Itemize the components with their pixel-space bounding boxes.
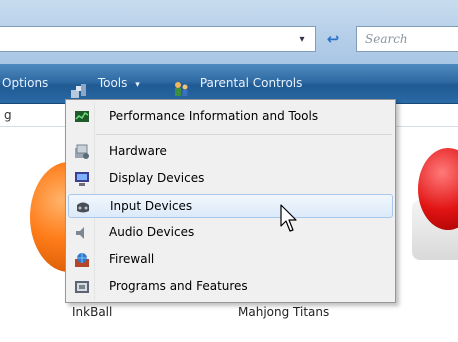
chevron-down-icon: ▾: [135, 80, 140, 90]
performance-icon: [74, 109, 90, 125]
address-bar: ▾ ↩ Search: [0, 0, 458, 64]
menu-item-programs-and-features[interactable]: Programs and Features: [68, 275, 393, 299]
tools-dropdown-menu: Performance Information and Tools Hardwa…: [65, 99, 396, 303]
parental-controls-button[interactable]: Parental Controls: [172, 64, 302, 104]
inkball-label[interactable]: InkBall: [72, 305, 112, 319]
mouse-cursor-icon: [280, 204, 297, 232]
address-field[interactable]: [0, 26, 316, 52]
menu-item-label: Audio Devices: [109, 225, 195, 239]
menu-item-label: Display Devices: [109, 171, 205, 185]
menu-item-performance[interactable]: Performance Information and Tools: [68, 105, 393, 129]
options-button[interactable]: Options: [2, 64, 48, 104]
menu-item-audio-devices[interactable]: Audio Devices: [68, 221, 393, 245]
address-dropdown-icon[interactable]: ▾: [294, 32, 310, 48]
tools-icon: [70, 76, 88, 98]
menu-item-input-devices[interactable]: Input Devices: [68, 194, 393, 218]
parental-controls-label: Parental Controls: [199, 76, 303, 90]
tools-menu-button[interactable]: Tools ▾: [70, 64, 140, 104]
menu-item-label: Firewall: [109, 252, 155, 266]
column-header-label: g: [4, 108, 12, 122]
search-input[interactable]: Search: [356, 26, 458, 52]
tools-label: Tools: [97, 76, 128, 90]
mahjong-titans-label[interactable]: Mahjong Titans: [238, 305, 329, 319]
menu-separator: [96, 134, 392, 135]
parental-controls-icon: [172, 75, 190, 96]
programs-icon: [74, 279, 90, 295]
menu-item-label: Performance Information and Tools: [109, 109, 319, 123]
command-toolbar: Options Tools ▾ Parental Controls: [0, 64, 458, 104]
menu-item-firewall[interactable]: Firewall: [68, 248, 393, 272]
menu-item-display-devices[interactable]: Display Devices: [68, 167, 393, 191]
menu-item-hardware[interactable]: Hardware: [68, 140, 393, 164]
menu-item-label: Programs and Features: [109, 279, 248, 293]
refresh-icon[interactable]: ↩: [320, 28, 346, 50]
input-devices-icon: [75, 199, 91, 215]
display-icon: [74, 171, 90, 187]
audio-icon: [74, 225, 90, 241]
search-placeholder: Search: [365, 32, 408, 46]
hardware-icon: [74, 144, 90, 160]
firewall-icon: [74, 252, 90, 268]
menu-item-label: Hardware: [109, 144, 167, 158]
menu-item-label: Input Devices: [110, 199, 193, 213]
options-label: Options: [2, 76, 49, 90]
